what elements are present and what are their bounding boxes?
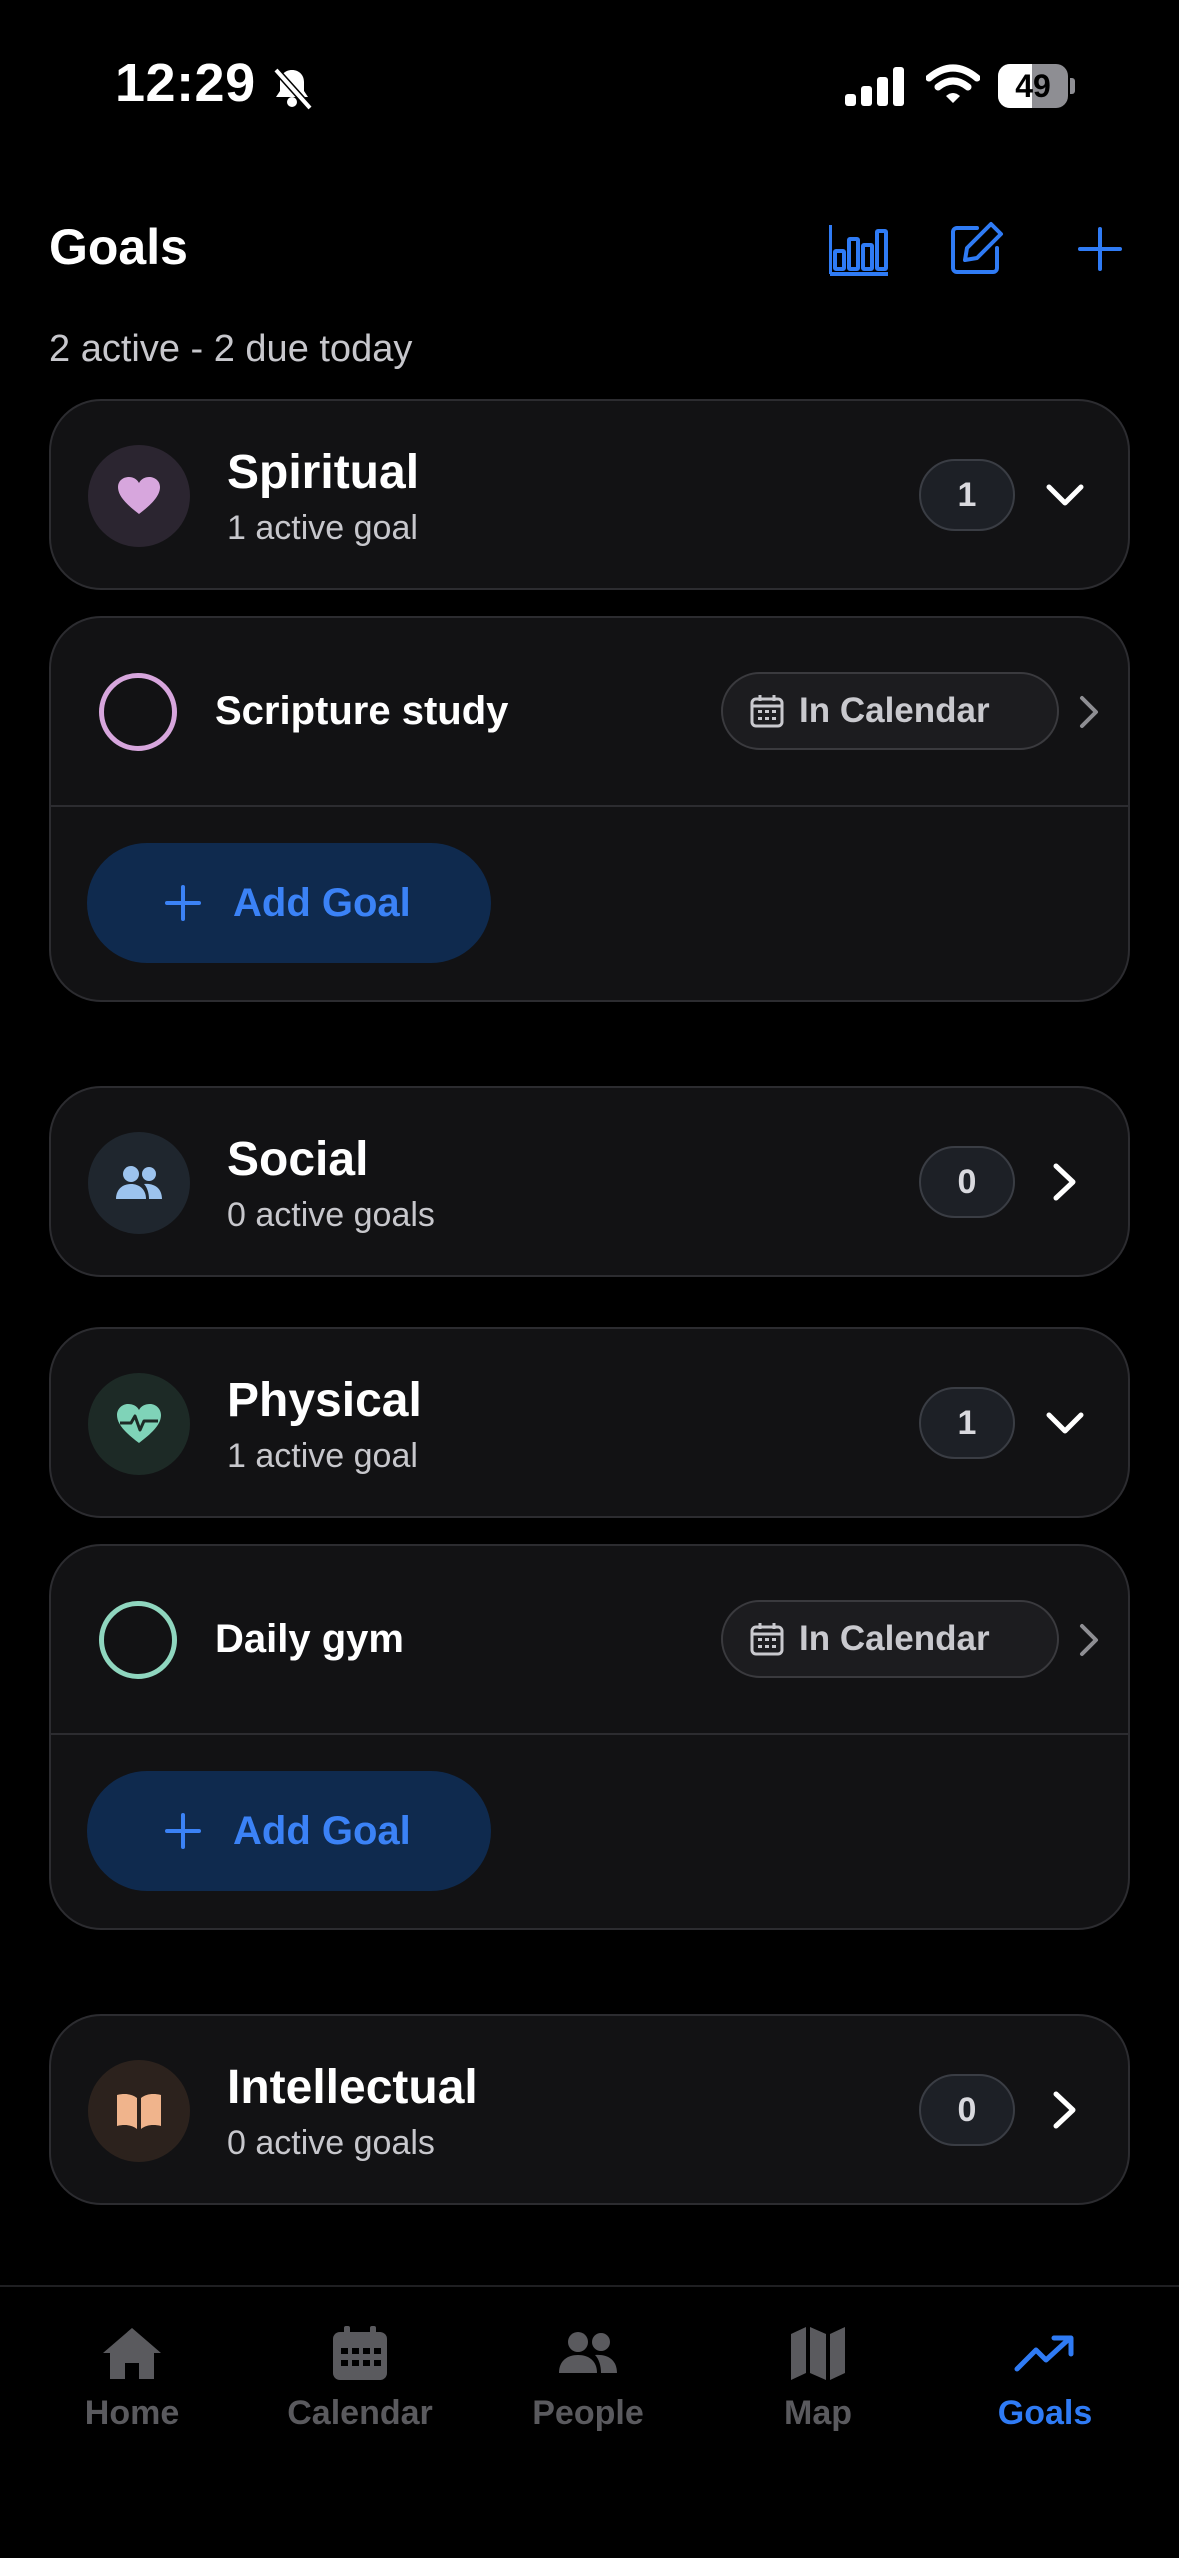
battery-icon: 49 xyxy=(998,64,1076,108)
tab-people[interactable]: People xyxy=(498,2318,678,2458)
count-badge: 1 xyxy=(919,1387,1015,1459)
category-active-count: 1 active goal xyxy=(227,509,418,547)
in-calendar-badge[interactable]: In Calendar xyxy=(721,672,1059,750)
category-active-count: 0 active goals xyxy=(227,2124,435,2162)
plus-icon xyxy=(165,1813,201,1849)
category-name: Social xyxy=(227,1133,369,1186)
chevron-down-icon[interactable] xyxy=(1041,471,1089,519)
home-icon xyxy=(101,2318,163,2388)
calendar-icon xyxy=(750,1623,784,1656)
page-title: Goals xyxy=(49,219,188,275)
people-icon xyxy=(557,2318,619,2388)
heart-icon xyxy=(88,445,190,547)
tab-label: Calendar xyxy=(287,2394,433,2432)
chevron-down-icon[interactable] xyxy=(1041,1399,1089,1447)
cellular-signal-icon xyxy=(845,66,907,111)
category-name: Physical xyxy=(227,1374,422,1427)
trending-up-icon xyxy=(1014,2318,1076,2388)
plus-icon[interactable] xyxy=(1064,213,1136,285)
chevron-right-icon[interactable] xyxy=(1069,692,1109,732)
tab-label: Goals xyxy=(997,2394,1093,2432)
badge-label: In Calendar xyxy=(799,691,990,730)
divider xyxy=(51,805,1128,807)
tab-label: Home xyxy=(84,2394,180,2432)
tab-map[interactable]: Map xyxy=(728,2318,908,2458)
wifi-icon xyxy=(925,64,981,111)
add-goal-label: Add Goal xyxy=(233,1808,411,1853)
goals-list-spiritual: Scripture study In Calendar Add Goal xyxy=(49,616,1130,1002)
badge-label: In Calendar xyxy=(799,1619,990,1658)
category-active-count: 1 active goal xyxy=(227,1437,418,1475)
calendar-icon xyxy=(331,2318,389,2388)
chevron-right-icon[interactable] xyxy=(1069,1620,1109,1660)
chevron-right-icon[interactable] xyxy=(1041,1158,1089,1206)
chevron-right-icon[interactable] xyxy=(1041,2086,1089,2134)
in-calendar-badge[interactable]: In Calendar xyxy=(721,1600,1059,1678)
goals-list-physical: Daily gym In Calendar Add Goal xyxy=(49,1544,1130,1930)
battery-level: 49 xyxy=(1015,68,1051,104)
tab-label: People xyxy=(532,2394,644,2432)
tab-label: Map xyxy=(784,2394,852,2432)
category-active-count: 0 active goals xyxy=(227,1196,435,1234)
goal-checkbox[interactable] xyxy=(99,1601,177,1679)
goals-summary: 2 active - 2 due today xyxy=(49,328,413,370)
map-icon xyxy=(789,2318,847,2388)
count-badge: 0 xyxy=(919,2074,1015,2146)
edit-icon[interactable] xyxy=(940,213,1012,285)
calendar-icon xyxy=(750,695,784,728)
add-goal-button[interactable]: Add Goal xyxy=(87,1771,491,1891)
plus-icon xyxy=(165,885,201,921)
add-goal-button[interactable]: Add Goal xyxy=(87,843,491,963)
tab-goals[interactable]: Goals xyxy=(955,2318,1135,2458)
count-badge: 1 xyxy=(919,459,1015,531)
chart-icon[interactable] xyxy=(823,213,895,285)
tab-home[interactable]: Home xyxy=(42,2318,222,2458)
book-icon xyxy=(88,2060,190,2162)
category-card-intellectual[interactable]: Intellectual 0 active goals 0 xyxy=(49,2014,1130,2205)
category-name: Spiritual xyxy=(227,446,420,499)
goal-checkbox[interactable] xyxy=(99,673,177,751)
goal-name[interactable]: Scripture study xyxy=(215,689,508,734)
category-name: Intellectual xyxy=(227,2061,478,2114)
count-badge: 0 xyxy=(919,1146,1015,1218)
divider xyxy=(51,1733,1128,1735)
category-card-spiritual[interactable]: Spiritual 1 active goal 1 xyxy=(49,399,1130,590)
people-icon xyxy=(88,1132,190,1234)
tab-calendar[interactable]: Calendar xyxy=(270,2318,450,2458)
category-card-physical[interactable]: Physical 1 active goal 1 xyxy=(49,1327,1130,1518)
category-card-social[interactable]: Social 0 active goals 0 xyxy=(49,1086,1130,1277)
status-time: 12:29 xyxy=(115,53,256,113)
add-goal-label: Add Goal xyxy=(233,880,411,925)
bell-slash-icon xyxy=(268,64,316,112)
heart-pulse-icon xyxy=(88,1373,190,1475)
goal-name[interactable]: Daily gym xyxy=(215,1617,404,1662)
